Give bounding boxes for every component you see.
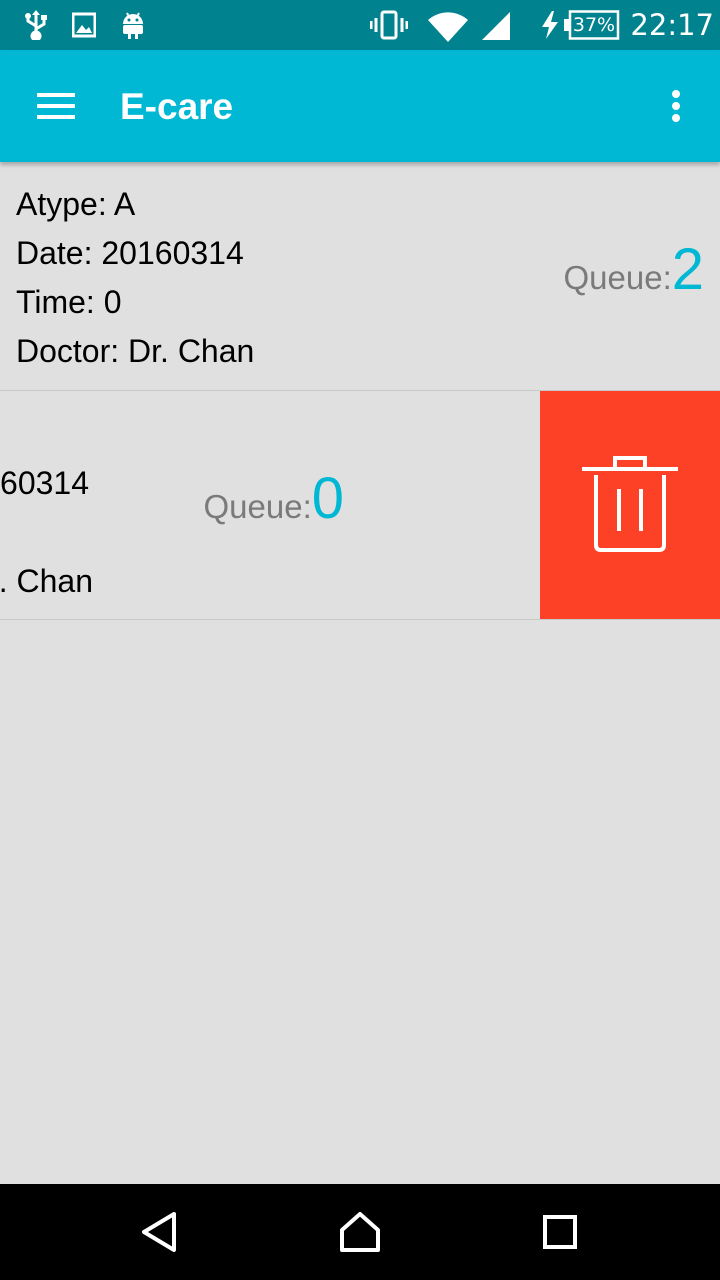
wifi-icon [428,12,468,42]
recents-icon[interactable] [530,1202,590,1262]
image-icon [72,12,96,38]
app-toolbar: E-care [0,50,720,162]
queue-label: Queue: [563,259,672,296]
queue-indicator: Queue:2 [563,236,704,303]
queue-number: 2 [671,237,704,302]
appointment-date: Date: 20160314 [16,235,244,271]
home-icon[interactable] [330,1202,390,1262]
more-vert-icon[interactable] [656,76,696,136]
appointment-row-swiped[interactable]: 60314 . Chan Queue:0 [0,391,720,620]
appointment-row[interactable]: Atype: A Date: 20160314 Time: 0 Doctor: … [0,162,720,391]
status-bar: 37% 22:17 [0,0,720,50]
queue-label: Queue: [203,488,312,525]
app-title: E-care [120,86,234,127]
appointment-time: Time: 0 [16,284,122,320]
trash-icon [582,456,678,552]
appointment-row-content: 60314 . Chan Queue:0 [0,465,344,599]
system-nav-bar [0,1184,720,1280]
battery-percentage: 37% [572,14,616,36]
hamburger-menu-icon[interactable] [26,76,86,136]
usb-icon [25,10,47,40]
queue-indicator: Queue:0 [203,465,344,532]
delete-button[interactable] [540,391,720,619]
signal-icon [482,12,510,40]
charging-icon [542,11,558,39]
queue-number: 0 [311,466,344,531]
appointment-doctor: Doctor: Dr. Chan [16,333,255,369]
clock: 22:17 [630,8,714,42]
android-icon [123,12,143,39]
vibrate-icon [370,10,408,40]
back-icon[interactable] [130,1202,190,1262]
appointment-atype: Atype: A [16,186,136,222]
